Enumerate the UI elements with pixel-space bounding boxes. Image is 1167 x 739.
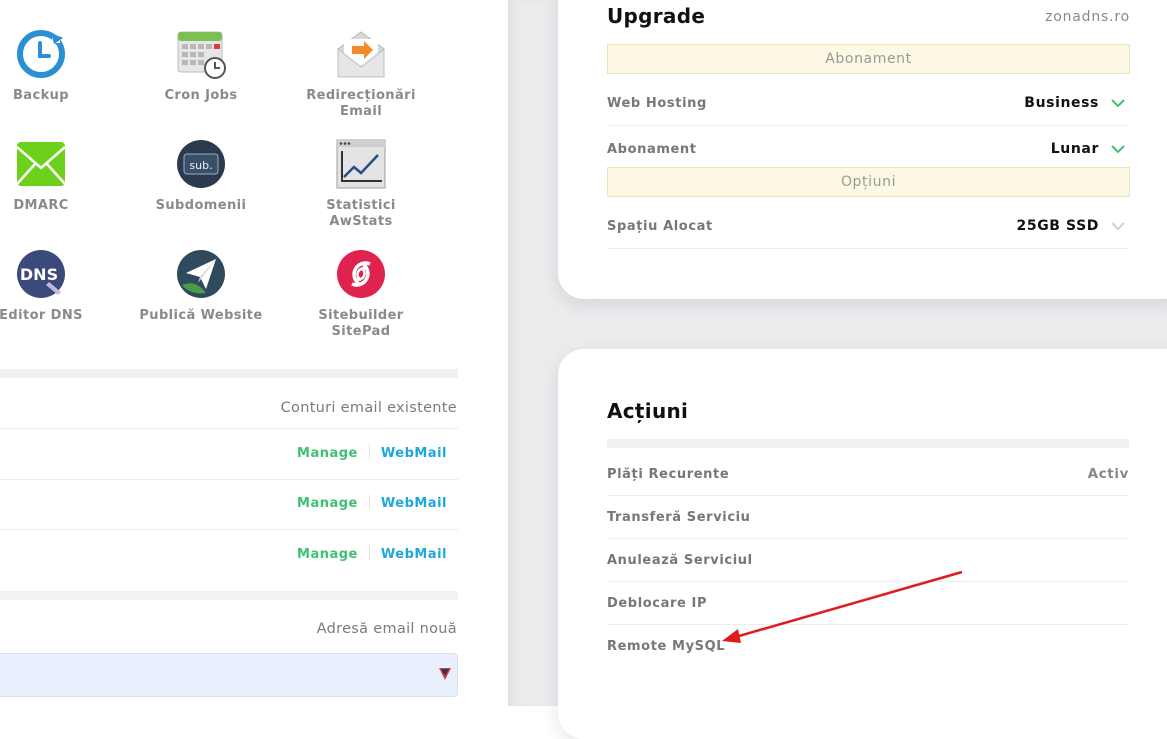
tool-subdomains[interactable]: sub. Subdomenii — [131, 139, 271, 214]
svg-text:DNS: DNS — [20, 265, 58, 284]
action-label: Transferă Serviciu — [607, 510, 751, 525]
tool-label: Backup — [13, 88, 69, 103]
upgrade-title: Upgrade — [607, 4, 706, 28]
manage-link[interactable]: Manage — [297, 496, 358, 511]
option-key: Spațiu Alocat — [607, 219, 713, 234]
webmail-link[interactable]: WebMail — [381, 547, 447, 562]
tool-label: Editor DNS — [0, 308, 83, 323]
tool-label: Redirecționări Email — [306, 88, 416, 119]
tool-label: Cron Jobs — [164, 88, 238, 103]
manage-link[interactable]: Manage — [297, 547, 358, 562]
option-key: Abonament — [607, 142, 697, 157]
chevron-down-icon[interactable] — [1111, 96, 1125, 110]
action-remote-mysql[interactable]: Remote MySQL — [607, 625, 1129, 667]
tool-sitepad[interactable]: Sitebuilder SitePad — [291, 249, 431, 340]
subscription-banner: Abonament — [607, 44, 1130, 74]
tool-backup[interactable]: Backup — [0, 29, 111, 104]
stats-chart-icon — [336, 139, 386, 189]
actions-card: Acțiuni Plăți Recurente Activ Transferă … — [558, 349, 1167, 739]
action-cancel-service[interactable]: Anulează Serviciul — [607, 539, 1129, 582]
chevron-down-icon[interactable] — [1111, 142, 1125, 156]
calendar-clock-icon — [176, 29, 226, 79]
divider — [368, 546, 370, 560]
action-label: Anulează Serviciul — [607, 553, 753, 568]
action-status: Activ — [1087, 466, 1129, 482]
action-label: Remote MySQL — [607, 639, 726, 654]
tool-label: Publică Website — [139, 308, 263, 323]
table-row: Manage WebMail — [0, 530, 458, 580]
table-row: Manage WebMail — [0, 428, 458, 480]
sitepad-icon — [336, 249, 386, 299]
option-value: 25GB SSD — [1016, 218, 1099, 234]
tool-dmarc[interactable]: DMARC — [0, 139, 111, 214]
option-row-web-hosting[interactable]: Web Hosting Business — [607, 83, 1129, 126]
divider — [368, 445, 370, 459]
option-key: Web Hosting — [607, 96, 707, 111]
new-email-header: Adresă email nouă — [316, 621, 457, 637]
chevron-down-icon[interactable] — [1111, 219, 1125, 233]
action-label: Plăți Recurente — [607, 467, 730, 482]
option-row-subscription[interactable]: Abonament Lunar — [607, 129, 1129, 171]
backup-icon — [16, 29, 66, 79]
tool-publish-website[interactable]: Publică Website — [131, 249, 271, 324]
subdomain-icon: sub. — [176, 139, 226, 189]
left-panel: Backup Cron Jobs Redirecționări Email DM… — [0, 0, 508, 706]
section-divider — [0, 369, 458, 378]
password-manager-icon[interactable] — [439, 667, 451, 681]
tool-label: Sitebuilder SitePad — [318, 308, 404, 339]
tool-label: DMARC — [13, 198, 69, 213]
tool-awstats[interactable]: Statistici AwStats — [291, 139, 431, 230]
tool-cron-jobs[interactable]: Cron Jobs — [131, 29, 271, 104]
envelope-icon — [16, 139, 66, 189]
paper-plane-icon — [176, 249, 226, 299]
svg-text:sub.: sub. — [189, 159, 212, 172]
manage-link[interactable]: Manage — [297, 446, 358, 461]
table-row: Manage WebMail — [0, 479, 458, 530]
action-unblock-ip[interactable]: Deblocare IP — [607, 582, 1129, 625]
webmail-link[interactable]: WebMail — [381, 496, 447, 511]
section-divider — [0, 591, 458, 600]
webmail-link[interactable]: WebMail — [381, 446, 447, 461]
email-forward-icon — [336, 29, 386, 79]
action-recurring-payments[interactable]: Plăți Recurente Activ — [607, 453, 1129, 496]
tool-label: Statistici AwStats — [326, 198, 396, 229]
tool-dns-editor[interactable]: DNS Editor DNS — [0, 249, 111, 324]
option-value: Lunar — [1050, 141, 1099, 157]
upgrade-card: Upgrade zonadns.ro Abonament Web Hosting… — [558, 0, 1167, 299]
option-row-storage[interactable]: Spațiu Alocat 25GB SSD — [607, 206, 1129, 249]
tool-label: Subdomenii — [155, 198, 247, 213]
action-transfer-service[interactable]: Transferă Serviciu — [607, 496, 1129, 539]
dns-icon: DNS — [16, 249, 66, 299]
options-banner: Opțiuni — [607, 167, 1130, 197]
new-email-input[interactable] — [0, 653, 458, 697]
existing-accounts-header: Conturi email existente — [280, 400, 457, 416]
domain-label: zonadns.ro — [1045, 9, 1130, 25]
section-divider — [607, 439, 1129, 448]
tool-email-forward[interactable]: Redirecționări Email — [291, 29, 431, 120]
divider — [368, 495, 370, 509]
action-label: Deblocare IP — [607, 596, 708, 611]
option-value: Business — [1024, 95, 1099, 111]
actions-title: Acțiuni — [607, 399, 689, 423]
